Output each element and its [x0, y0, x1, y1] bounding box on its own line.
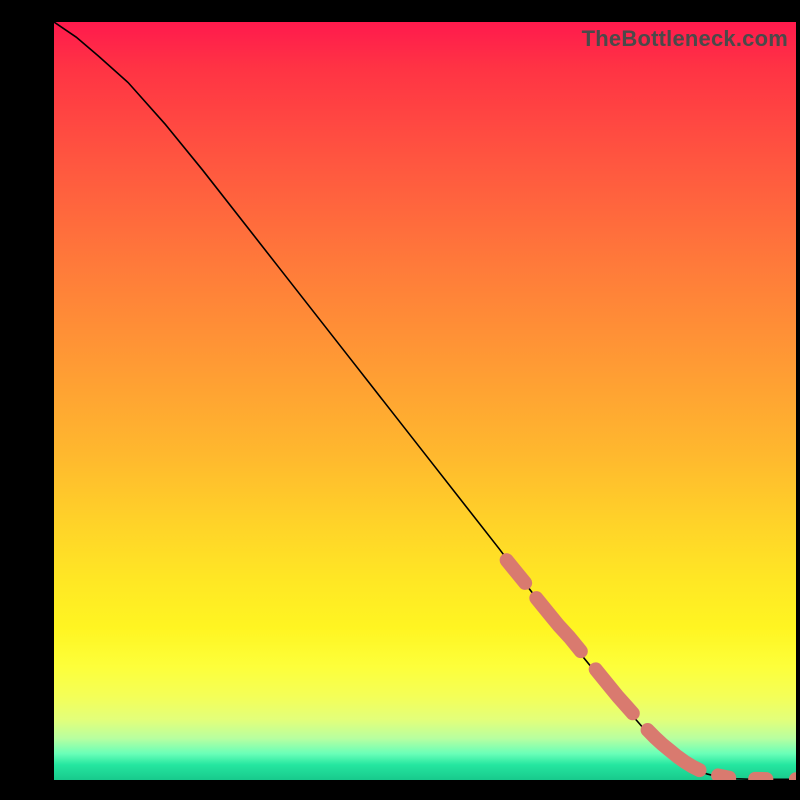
- chart-frame: TheBottleneck.com: [0, 0, 800, 800]
- trend-curve: [54, 22, 796, 779]
- data-point-cluster: [648, 730, 700, 770]
- plot-area: TheBottleneck.com: [54, 22, 796, 780]
- chart-overlay: [54, 22, 796, 780]
- data-point-cluster: [507, 560, 526, 583]
- data-point: [789, 772, 796, 780]
- data-point-cluster: [596, 669, 633, 713]
- data-point-cluster: [536, 598, 581, 651]
- data-point-cluster: [718, 775, 729, 777]
